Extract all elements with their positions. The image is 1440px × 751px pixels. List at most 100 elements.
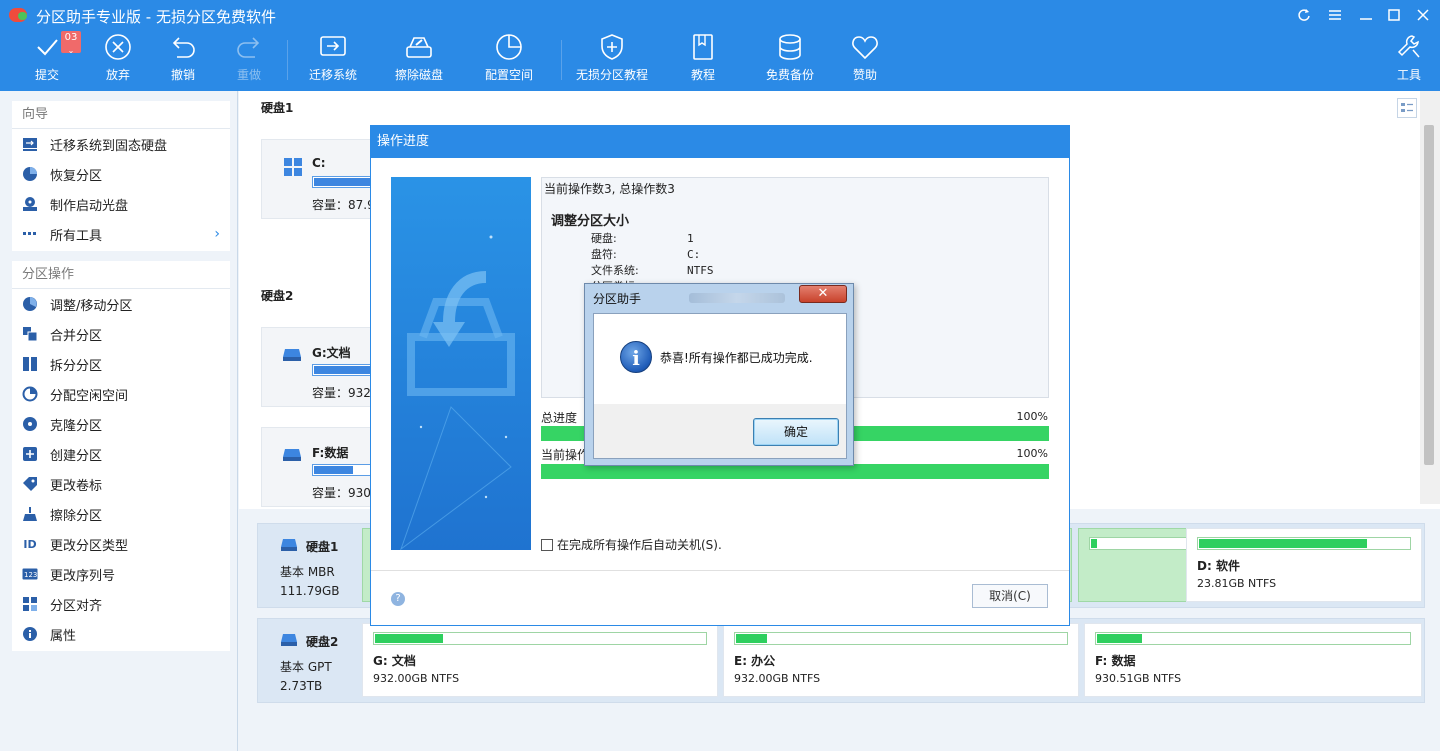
split-icon — [22, 356, 38, 372]
auto-shutdown-checkbox[interactable]: 在完成所有操作后自动关机(S). — [541, 536, 722, 553]
sidebar-item-label: 更改序列号 — [50, 568, 116, 584]
sidebar-item-migrate-ssd[interactable]: 迁移系统到固态硬盘 — [12, 129, 230, 159]
book-icon — [691, 30, 715, 64]
sidebar-item-label: 擦除分区 — [50, 508, 103, 524]
partition-tile-f[interactable]: F: 数据 930.51GB NTFS — [1084, 623, 1422, 697]
sidebar-item-align[interactable]: 分区对齐 — [12, 589, 230, 619]
undo-button[interactable]: 撤销 — [164, 30, 202, 90]
minimize-icon[interactable] — [1354, 4, 1378, 26]
sidebar-item-merge[interactable]: 合并分区 — [12, 319, 230, 349]
usage-fill — [314, 178, 370, 186]
menu-icon[interactable] — [1323, 4, 1347, 26]
sidebar-item-allocate-free[interactable]: 分配空闲空间 — [12, 379, 230, 409]
align-icon — [22, 596, 38, 612]
maximize-icon[interactable] — [1382, 4, 1406, 26]
close-icon[interactable]: ✕ — [799, 285, 847, 303]
dialog-title: 操作进度 — [371, 126, 1069, 158]
top-bar: 分区助手专业版 - 无损分区免费软件 提交 03 ⌄ 放弃 撤销 重做 迁移系统… — [0, 0, 1440, 91]
toolbar-divider — [287, 40, 288, 80]
recover-icon — [22, 166, 38, 182]
close-icon[interactable] — [1411, 4, 1435, 26]
database-icon — [776, 30, 804, 64]
help-icon[interactable]: ? — [391, 592, 405, 606]
progress-fill — [541, 464, 1049, 479]
partition-size-fs: 23.81GB NTFS — [1197, 577, 1277, 590]
commit-label: 提交 — [34, 68, 59, 82]
sidebar-item-clone[interactable]: 克隆分区 — [12, 409, 230, 439]
discard-button[interactable]: 放弃 — [99, 30, 137, 90]
partition-tile-d[interactable]: D: 软件 23.81GB NTFS — [1186, 528, 1422, 602]
detail-row: 盘符: C: — [591, 246, 700, 262]
sidebar-item-all-tools[interactable]: 所有工具 › — [12, 219, 230, 249]
redo-button[interactable]: 重做 — [230, 30, 268, 90]
migrate-system-button[interactable]: 迁移系统 — [303, 30, 363, 90]
tools-button[interactable]: 工具 — [1390, 30, 1428, 90]
info-icon: i — [620, 341, 652, 373]
more-icon — [22, 226, 38, 242]
cancel-button[interactable]: 取消(C) — [972, 584, 1048, 608]
detail-value: NTFS — [687, 264, 714, 277]
sidebar-item-recover-partition[interactable]: 恢复分区 — [12, 159, 230, 189]
partition-tile-g[interactable]: G: 文档 932.00GB NTFS — [362, 623, 718, 697]
partition-ops-panel: 分区操作 调整/移动分区 合并分区 拆分分区 分配空闲空间 克隆分区 创建分区 … — [12, 261, 230, 651]
undo-label: 撤销 — [170, 68, 195, 82]
sidebar-item-label: 分配空闲空间 — [50, 388, 129, 404]
free-backup-button[interactable]: 免费备份 — [760, 30, 820, 90]
redo-label: 重做 — [236, 68, 261, 82]
refresh-icon[interactable] — [1292, 4, 1316, 26]
toolbar-divider — [561, 40, 562, 80]
wipe-disk-button[interactable]: 擦除磁盘 — [388, 30, 450, 90]
wizard-heading: 向导 — [12, 101, 230, 129]
view-toggle-icon[interactable] — [1397, 98, 1417, 118]
partition-card-c[interactable]: C: 容量：87.98 — [261, 139, 382, 219]
undo-icon — [169, 30, 197, 64]
sidebar-item-properties[interactable]: 属性 — [12, 619, 230, 649]
sidebar-item-change-type[interactable]: ID 更改分区类型 — [12, 529, 230, 559]
sidebar-item-label: 制作启动光盘 — [50, 198, 129, 214]
partition-card-f[interactable]: F:数据 容量：930.5 — [261, 427, 382, 507]
lossless-tutorial-button[interactable]: 无损分区教程 — [574, 30, 650, 90]
disk-size: 2.73TB — [280, 679, 323, 693]
circle-x-icon — [104, 30, 132, 64]
sidebar-item-resize-move[interactable]: 调整/移动分区 — [12, 289, 230, 319]
disk-info: 硬盘1 基本 MBR 111.79GB — [258, 524, 362, 607]
vertical-scrollbar[interactable] — [1420, 91, 1440, 504]
total-progress-percent: 100% — [1016, 410, 1048, 423]
sidebar-item-label: 分区对齐 — [50, 598, 103, 614]
sidebar-item-label: 调整/移动分区 — [50, 298, 133, 314]
allocate-space-button[interactable]: 配置空间 — [478, 30, 540, 90]
partition-name: D: 软件 — [1197, 559, 1240, 573]
sidebar-item-change-serial[interactable]: 123 更改序列号 — [12, 559, 230, 589]
ok-button[interactable]: 确定 — [753, 418, 839, 446]
disk-name: 硬盘2 — [306, 635, 339, 649]
detail-key: 硬盘: — [591, 232, 617, 245]
tutorial-button[interactable]: 教程 — [684, 30, 722, 90]
sidebar-item-change-label[interactable]: 更改卷标 — [12, 469, 230, 499]
partition-size-fs: 932.00GB NTFS — [373, 672, 460, 685]
usage-fill — [736, 634, 768, 643]
tutorial-label: 教程 — [690, 68, 715, 82]
usage-fill — [1199, 539, 1367, 548]
sidebar-item-label: 迁移系统到固态硬盘 — [50, 138, 168, 154]
pie-icon — [495, 30, 523, 64]
scrollbar-thumb[interactable] — [1424, 125, 1434, 465]
success-message-box: 分区助手 ✕ i 恭喜!所有操作都已成功完成. 确定 — [584, 283, 854, 466]
sidebar-item-wipe-partition[interactable]: 擦除分区 — [12, 499, 230, 529]
partition-card-g[interactable]: G:文档 容量：932.0 — [261, 327, 382, 407]
partition-usage-bar — [373, 632, 707, 645]
id-icon: ID — [23, 537, 37, 551]
clone-icon — [22, 416, 38, 432]
sidebar-item-boot-disc[interactable]: 制作启动光盘 — [12, 189, 230, 219]
sidebar-item-create[interactable]: 创建分区 — [12, 439, 230, 469]
message-text: 恭喜!所有操作都已成功完成. — [660, 351, 813, 365]
migrate-icon — [318, 30, 348, 64]
disk-row-2[interactable]: 硬盘2 基本 GPT 2.73TB G: 文档 932.00GB NTFS E:… — [257, 618, 1425, 703]
partition-tile-e[interactable]: E: 办公 932.00GB NTFS — [723, 623, 1079, 697]
partition-size-fs: 932.00GB NTFS — [734, 672, 821, 685]
checkbox-box[interactable] — [541, 538, 553, 551]
usage-fill — [1097, 634, 1143, 643]
drive-icon — [283, 349, 301, 361]
sidebar-item-split[interactable]: 拆分分区 — [12, 349, 230, 379]
sponsor-button[interactable]: 赞助 — [846, 30, 884, 90]
sidebar-item-label: 所有工具 — [50, 228, 103, 244]
